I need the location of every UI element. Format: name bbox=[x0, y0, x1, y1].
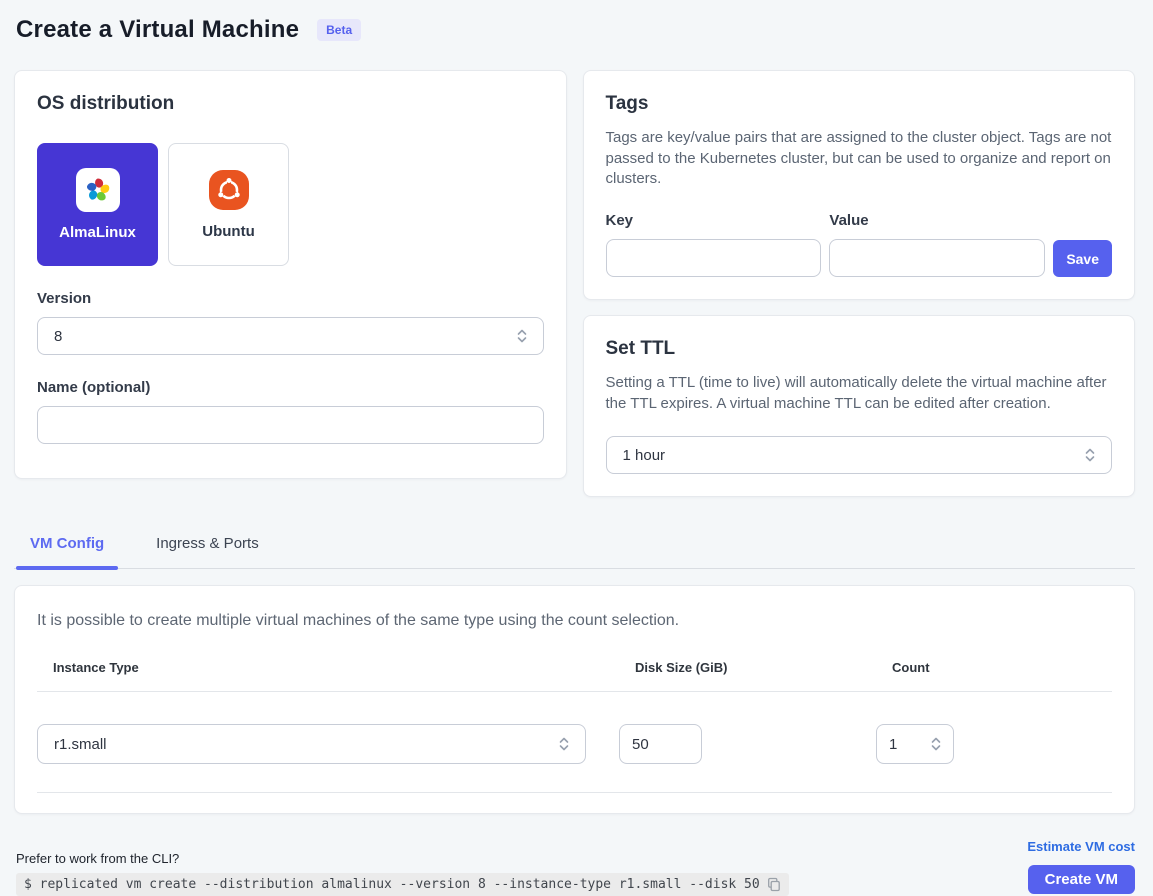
page-header: Create a Virtual Machine Beta bbox=[14, 14, 1135, 44]
value-label: Value bbox=[829, 212, 1045, 229]
save-button-wrap: Save bbox=[1053, 196, 1112, 277]
table-divider bbox=[37, 792, 1112, 793]
almalinux-icon bbox=[76, 168, 120, 212]
cli-command-bar: $ replicated vm create --distribution al… bbox=[16, 873, 789, 896]
cli-prompt-text: Prefer to work from the CLI? bbox=[16, 851, 789, 866]
chevron-updown-icon bbox=[515, 328, 529, 344]
version-select-value: 8 bbox=[54, 328, 62, 345]
os-tile-label: Ubuntu bbox=[202, 223, 254, 240]
version-select[interactable]: 8 bbox=[37, 317, 544, 355]
top-cards: OS distribution AlmaLinux bbox=[14, 70, 1135, 497]
instance-table: Instance Type Disk Size (GiB) Count r1.s… bbox=[37, 660, 1112, 793]
cli-command-text: $ replicated vm create --distribution al… bbox=[24, 877, 760, 892]
vm-config-card: It is possible to create multiple virtua… bbox=[14, 585, 1135, 814]
count-value: 1 bbox=[889, 736, 897, 753]
ttl-card: Set TTL Setting a TTL (time to live) wil… bbox=[583, 315, 1136, 497]
tags-form: Key Value Save bbox=[606, 196, 1113, 277]
copy-icon[interactable] bbox=[767, 877, 781, 892]
tab-ingress-ports[interactable]: Ingress & Ports bbox=[142, 526, 273, 568]
ttl-heading: Set TTL bbox=[606, 338, 1113, 360]
disk-size-input[interactable] bbox=[619, 724, 702, 764]
vm-config-note: It is possible to create multiple virtua… bbox=[37, 612, 1112, 630]
os-distribution-heading: OS distribution bbox=[37, 93, 544, 115]
create-vm-button[interactable]: Create VM bbox=[1028, 865, 1135, 894]
instance-type-select[interactable]: r1.small bbox=[37, 724, 586, 764]
os-tiles: AlmaLinux bbox=[37, 143, 544, 266]
instance-type-value: r1.small bbox=[54, 736, 107, 753]
chevron-updown-icon bbox=[557, 736, 571, 752]
tags-heading: Tags bbox=[606, 93, 1113, 115]
ttl-select-value: 1 hour bbox=[623, 447, 666, 464]
right-column: Tags Tags are key/value pairs that are a… bbox=[583, 70, 1136, 497]
ttl-description: Setting a TTL (time to live) will automa… bbox=[606, 373, 1113, 414]
actions-section: Estimate VM cost Create VM bbox=[1027, 830, 1135, 896]
ttl-select[interactable]: 1 hour bbox=[606, 436, 1113, 474]
column-instance-type: Instance Type bbox=[53, 660, 635, 691]
ubuntu-icon bbox=[208, 169, 250, 211]
cli-section: Prefer to work from the CLI? $ replicate… bbox=[16, 851, 789, 896]
tags-description: Tags are key/value pairs that are assign… bbox=[606, 128, 1113, 190]
tab-vm-config[interactable]: VM Config bbox=[16, 526, 118, 568]
name-input[interactable] bbox=[37, 406, 544, 444]
os-distribution-card: OS distribution AlmaLinux bbox=[14, 70, 567, 479]
name-label: Name (optional) bbox=[37, 379, 544, 396]
tag-value-field: Value bbox=[829, 196, 1045, 277]
page-footer: Prefer to work from the CLI? $ replicate… bbox=[14, 830, 1135, 896]
beta-badge: Beta bbox=[317, 19, 361, 41]
column-count: Count bbox=[892, 660, 1112, 691]
key-label: Key bbox=[606, 212, 822, 229]
create-vm-page: Create a Virtual Machine Beta OS distrib… bbox=[0, 0, 1153, 896]
os-tile-almalinux[interactable]: AlmaLinux bbox=[37, 143, 158, 266]
version-label: Version bbox=[37, 290, 544, 307]
save-button[interactable]: Save bbox=[1053, 240, 1112, 277]
tag-key-field: Key bbox=[606, 196, 822, 277]
instance-row: r1.small 1 bbox=[37, 692, 1112, 792]
os-tile-label: AlmaLinux bbox=[59, 224, 136, 241]
column-disk-size: Disk Size (GiB) bbox=[635, 660, 892, 691]
page-title: Create a Virtual Machine bbox=[16, 16, 299, 44]
key-input[interactable] bbox=[606, 239, 822, 277]
count-stepper[interactable]: 1 bbox=[876, 724, 954, 764]
chevron-updown-icon bbox=[929, 736, 943, 752]
tab-bar: VM Config Ingress & Ports bbox=[14, 526, 1135, 569]
os-tile-ubuntu[interactable]: Ubuntu bbox=[168, 143, 289, 266]
tags-card: Tags Tags are key/value pairs that are a… bbox=[583, 70, 1136, 300]
value-input[interactable] bbox=[829, 239, 1045, 277]
instance-table-header: Instance Type Disk Size (GiB) Count bbox=[37, 660, 1112, 691]
chevron-updown-icon bbox=[1083, 447, 1097, 463]
estimate-vm-cost-link[interactable]: Estimate VM cost bbox=[1027, 839, 1135, 854]
